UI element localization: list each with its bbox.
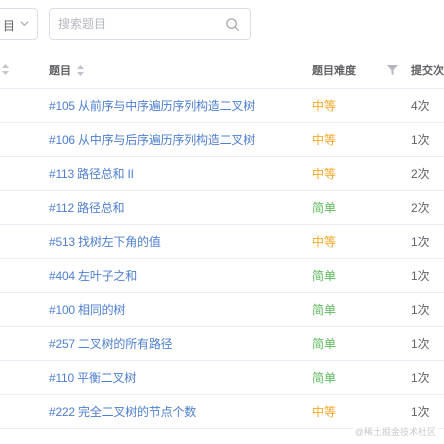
table-row: #257 二叉树的所有路径 简单 1次 xyxy=(0,327,444,361)
difficulty-cell: 简单 xyxy=(312,259,336,292)
filter-icon[interactable] xyxy=(387,65,398,75)
column-header-difficulty: 题目难度 xyxy=(312,52,356,88)
title-cell: #222 完全二叉树的节点个数 xyxy=(49,395,196,428)
category-select[interactable]: 目 xyxy=(0,8,38,40)
toolbar: 目 xyxy=(0,0,444,52)
submissions-cell: 1次 xyxy=(411,259,430,292)
submission-count: 1次 xyxy=(411,235,430,249)
difficulty-label: 简单 xyxy=(312,371,337,385)
title-cell: #113 路径总和 II xyxy=(49,157,134,190)
problem-title-link[interactable]: #222 完全二叉树的节点个数 xyxy=(49,403,196,420)
submissions-cell: 1次 xyxy=(411,123,430,156)
title-cell: #404 左叶子之和 xyxy=(49,259,137,292)
table-row: #112 路径总和 简单 2次 xyxy=(0,191,444,225)
column-header-submissions: 提交次 xyxy=(411,52,444,88)
submissions-cell: 1次 xyxy=(411,395,430,428)
watermark: @稀土掘金技术社区 xyxy=(352,425,438,438)
submissions-cell: 1次 xyxy=(411,361,430,394)
column-header-title-label: 题目 xyxy=(49,65,71,77)
difficulty-cell: 简单 xyxy=(312,293,336,326)
problem-title-link[interactable]: #100 相同的树 xyxy=(49,301,125,318)
submissions-cell: 2次 xyxy=(411,191,430,224)
search-input[interactable] xyxy=(58,15,218,33)
table-row: #110 平衡二叉树 简单 1次 xyxy=(0,361,444,395)
problem-title-link[interactable]: #257 二叉树的所有路径 xyxy=(49,335,173,352)
submission-count: 4次 xyxy=(411,99,430,113)
column-header-title[interactable]: 题目 xyxy=(49,52,84,88)
difficulty-label: 简单 xyxy=(312,201,337,215)
difficulty-label: 中等 xyxy=(312,235,337,249)
submissions-cell: 1次 xyxy=(411,327,430,360)
table-row: #113 路径总和 II 中等 2次 xyxy=(0,157,444,191)
difficulty-cell: 简单 xyxy=(312,327,336,360)
difficulty-cell: 中等 xyxy=(312,123,336,156)
difficulty-cell: 中等 xyxy=(312,225,336,258)
table-row: #106 从中序与后序遍历序列构造二叉树 中等 1次 xyxy=(0,123,444,157)
submissions-cell: 1次 xyxy=(411,225,430,258)
search-box xyxy=(49,8,251,40)
table-body: #105 从前序与中序遍历序列构造二叉树 中等 4次 #106 从中序与后序遍历序列构… xyxy=(0,89,444,429)
title-cell: #110 平衡二叉树 xyxy=(49,361,136,394)
title-cell: #106 从中序与后序遍历序列构造二叉树 xyxy=(49,123,255,156)
title-cell: #112 路径总和 xyxy=(49,191,125,224)
title-cell: #513 找树左下角的值 xyxy=(49,225,161,258)
problem-table: 题目 题目难度 提交次 #105 从前序与中序遍历序列构造二叉树 中等 4次 #106… xyxy=(0,52,444,429)
submission-count: 1次 xyxy=(411,337,430,351)
difficulty-cell: 中等 xyxy=(312,395,336,428)
table-row: #105 从前序与中序遍历序列构造二叉树 中等 4次 xyxy=(0,89,444,123)
sort-icon[interactable] xyxy=(2,64,9,75)
title-cell: #105 从前序与中序遍历序列构造二叉树 xyxy=(49,89,255,122)
title-cell: #257 二叉树的所有路径 xyxy=(49,327,173,360)
submission-count: 1次 xyxy=(411,269,430,283)
problem-title-link[interactable]: #113 路径总和 II xyxy=(49,165,134,182)
submission-count: 1次 xyxy=(411,405,430,419)
difficulty-label: 简单 xyxy=(312,337,337,351)
chevron-down-icon xyxy=(20,21,29,27)
submission-count: 1次 xyxy=(411,133,430,147)
difficulty-cell: 中等 xyxy=(312,89,336,122)
difficulty-label: 中等 xyxy=(312,405,337,419)
difficulty-cell: 中等 xyxy=(312,157,336,190)
submission-count: 2次 xyxy=(411,201,430,215)
submissions-cell: 1次 xyxy=(411,293,430,326)
title-cell: #100 相同的树 xyxy=(49,293,125,326)
submission-count: 2次 xyxy=(411,167,430,181)
difficulty-label: 中等 xyxy=(312,167,337,181)
difficulty-cell: 简单 xyxy=(312,361,336,394)
submission-count: 1次 xyxy=(411,371,430,385)
submission-count: 1次 xyxy=(411,303,430,317)
problem-title-link[interactable]: #110 平衡二叉树 xyxy=(49,369,136,386)
difficulty-cell: 简单 xyxy=(312,191,336,224)
difficulty-label: 简单 xyxy=(312,269,337,283)
table-row: #404 左叶子之和 简单 1次 xyxy=(0,259,444,293)
column-header-submissions-label: 提交次 xyxy=(411,65,444,77)
problem-title-link[interactable]: #106 从中序与后序遍历序列构造二叉树 xyxy=(49,131,255,148)
difficulty-label: 简单 xyxy=(312,303,337,317)
table-row: #100 相同的树 简单 1次 xyxy=(0,293,444,327)
table-row: #222 完全二叉树的节点个数 中等 1次 xyxy=(0,395,444,429)
category-select-value: 目 xyxy=(3,19,16,33)
problem-title-link[interactable]: #112 路径总和 xyxy=(49,199,125,216)
problem-title-link[interactable]: #513 找树左下角的值 xyxy=(49,233,161,250)
table-header-row: 题目 题目难度 提交次 xyxy=(0,52,444,89)
sort-icon[interactable] xyxy=(77,64,84,76)
submissions-cell: 2次 xyxy=(411,157,430,190)
table-row: #513 找树左下角的值 中等 1次 xyxy=(0,225,444,259)
submissions-cell: 4次 xyxy=(411,89,430,122)
difficulty-label: 中等 xyxy=(312,133,337,147)
difficulty-label: 中等 xyxy=(312,99,337,113)
problem-title-link[interactable]: #404 左叶子之和 xyxy=(49,267,137,284)
problem-title-link[interactable]: #105 从前序与中序遍历序列构造二叉树 xyxy=(49,97,255,114)
search-icon[interactable] xyxy=(225,17,240,32)
column-header-difficulty-label: 题目难度 xyxy=(312,65,356,77)
